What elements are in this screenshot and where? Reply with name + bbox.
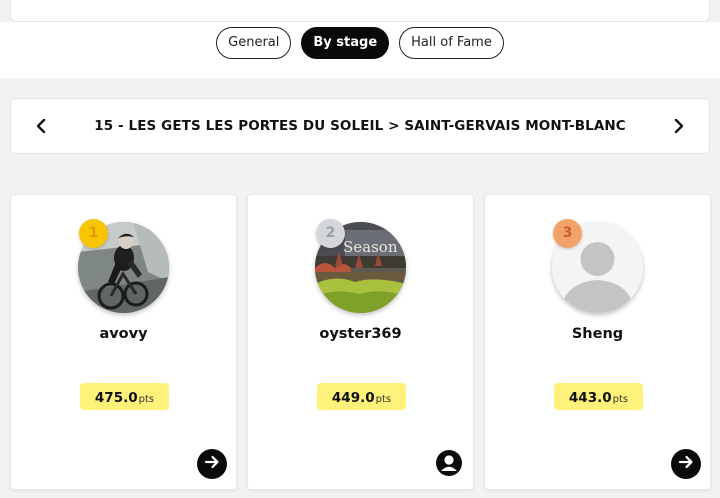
- stage-selector: 15 - LES GETS LES PORTES DU SOLEIL > SAI…: [10, 98, 710, 154]
- points-badge: 449.0pts: [317, 383, 406, 410]
- points-unit: pts: [375, 394, 392, 405]
- tab-by-stage[interactable]: By stage: [301, 27, 390, 59]
- podium-cards: 1 avovy 475.0pts Season 2 oyster369 449.…: [10, 194, 711, 490]
- svg-text:Season: Season: [343, 238, 398, 256]
- view-details-button[interactable]: [671, 449, 701, 479]
- arrow-right-icon: [678, 454, 694, 474]
- chevron-right-icon[interactable]: [671, 118, 687, 134]
- points-unit: pts: [138, 394, 155, 405]
- points-badge: 443.0pts: [554, 383, 643, 410]
- username: oyster369: [319, 326, 402, 342]
- top-panel-edge: [10, 0, 710, 22]
- ranking-tabs: General By stage Hall of Fame: [0, 27, 720, 59]
- points-value: 475.0: [94, 390, 138, 406]
- view-details-button[interactable]: [197, 449, 227, 479]
- username: Sheng: [571, 326, 624, 342]
- points-value: 449.0: [331, 390, 375, 406]
- podium-card-1: 1 avovy 475.0pts: [10, 194, 237, 490]
- podium-card-2: Season 2 oyster369 449.0pts: [247, 194, 474, 490]
- stage-title: 15 - LES GETS LES PORTES DU SOLEIL > SAI…: [94, 118, 626, 134]
- rank-badge: 2: [316, 219, 345, 248]
- view-profile-button[interactable]: [435, 449, 463, 481]
- points-value: 443.0: [568, 390, 612, 406]
- points-badge: 475.0pts: [80, 383, 169, 410]
- tab-general[interactable]: General: [216, 27, 292, 59]
- podium-card-3: 3 Sheng 443.0pts: [484, 194, 711, 490]
- chevron-left-icon[interactable]: [33, 118, 49, 134]
- tab-hall-of-fame[interactable]: Hall of Fame: [399, 27, 504, 59]
- username: avovy: [99, 326, 148, 342]
- points-unit: pts: [612, 394, 629, 405]
- arrow-right-icon: [204, 454, 220, 474]
- rank-badge: 1: [79, 219, 108, 248]
- rank-badge: 3: [553, 219, 582, 248]
- user-icon: [435, 449, 463, 481]
